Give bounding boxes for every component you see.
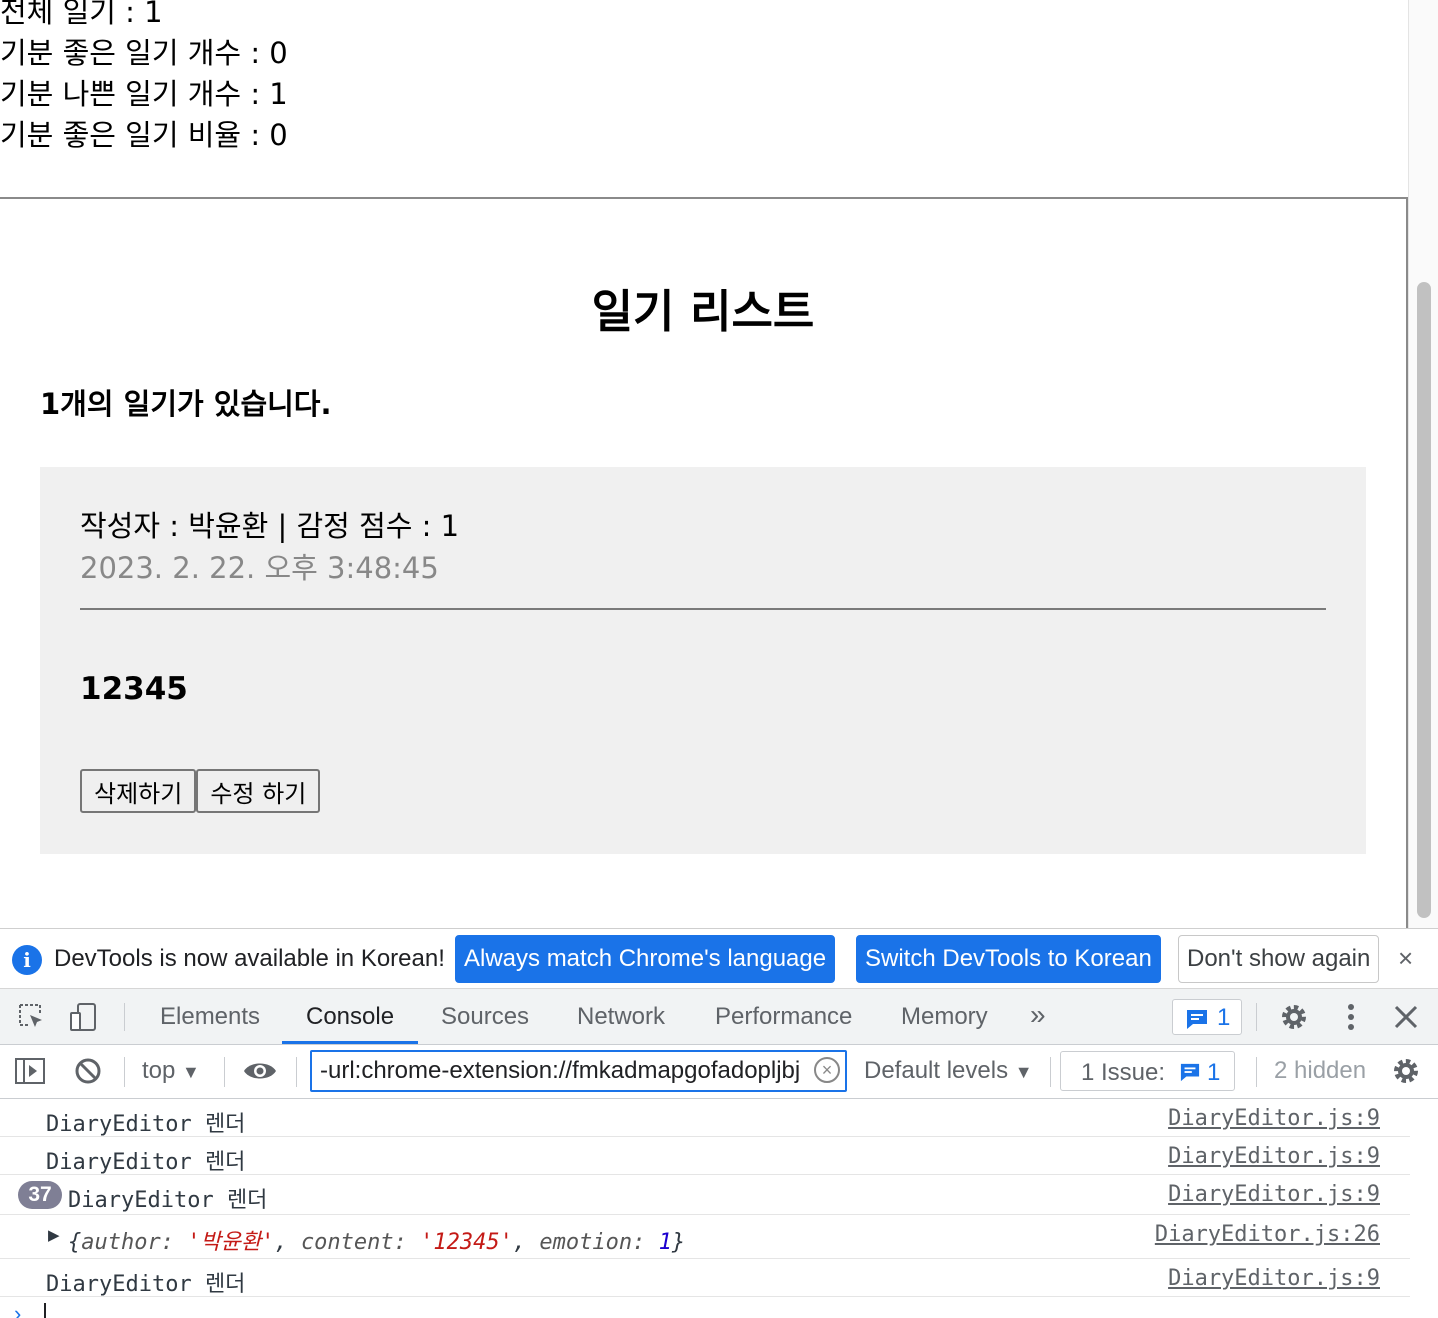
messages-badge[interactable]: 1: [1172, 999, 1242, 1035]
toolbar-divider: [124, 1003, 125, 1031]
close-icon[interactable]: ×: [1398, 943, 1413, 974]
chevron-down-icon: ▼: [1014, 1062, 1033, 1082]
diary-item-author-emotion: 작성자 : 박윤환 | 감정 점수 : 1: [80, 509, 460, 543]
issues-label: 1 Issue:: [1081, 1059, 1166, 1086]
infobar-message: DevTools is now available in Korean!: [54, 945, 445, 972]
message-icon: [1187, 1010, 1207, 1029]
log-source-link[interactable]: DiaryEditor.js:9: [1168, 1182, 1380, 1207]
tab-performance[interactable]: Performance: [715, 1003, 852, 1031]
console-log-row: DiaryEditor 렌더 DiaryEditor.js:9: [0, 1137, 1410, 1175]
context-value: top: [142, 1057, 176, 1084]
clear-console-icon[interactable]: [72, 1055, 104, 1087]
info-icon: i: [12, 945, 42, 975]
issues-button[interactable]: 1 Issue: 1: [1060, 1051, 1235, 1091]
page-viewport: 전체 일기 : 1 기분 좋은 일기 개수 : 0 기분 나쁜 일기 개수 : …: [0, 0, 1438, 928]
delete-button[interactable]: 삭제하기: [80, 769, 197, 813]
page-scrollbar[interactable]: [1408, 0, 1438, 928]
sidebar-toggle-icon[interactable]: [14, 1055, 46, 1087]
diary-item-divider: [80, 608, 1326, 610]
active-tab-indicator: [282, 1041, 418, 1044]
issues-count: 1: [1207, 1059, 1221, 1086]
switch-to-korean-button[interactable]: Switch DevTools to Korean: [856, 935, 1161, 983]
log-message: DiaryEditor 렌더: [68, 1188, 268, 1213]
log-levels-value: Default levels: [864, 1057, 1009, 1084]
stat-bad-count: 기분 나쁜 일기 개수 : 1: [0, 77, 288, 111]
log-source-link[interactable]: DiaryEditor.js:26: [1155, 1222, 1380, 1247]
messages-count: 1: [1217, 1004, 1231, 1031]
expand-triangle-icon[interactable]: ▶: [48, 1226, 60, 1244]
console-settings-gear-icon[interactable]: [1390, 1055, 1422, 1087]
tab-console[interactable]: Console: [306, 1003, 394, 1031]
more-tabs-icon[interactable]: »: [1030, 999, 1046, 1031]
console-log-row: ▶ {author: '박윤환', content: '12345', emot…: [0, 1215, 1410, 1259]
toolbar-divider: [296, 1057, 297, 1087]
edit-button[interactable]: 수정 하기: [196, 769, 321, 813]
diary-item-info: 작성자 : 박윤환 | 감정 점수 : 1 2023. 2. 22. 오후 3:…: [80, 505, 459, 589]
log-source-link[interactable]: DiaryEditor.js:9: [1168, 1266, 1380, 1291]
page-scrollbar-thumb[interactable]: [1417, 282, 1431, 918]
console-input-caret[interactable]: [44, 1303, 46, 1318]
console-filter-input[interactable]: -url:chrome-extension://fmkadmapgofadopl…: [310, 1050, 847, 1092]
clear-filter-icon[interactable]: ×: [814, 1057, 840, 1083]
tab-memory[interactable]: Memory: [901, 1003, 988, 1031]
always-match-language-button[interactable]: Always match Chrome's language: [455, 935, 836, 983]
tab-sources[interactable]: Sources: [441, 1003, 529, 1031]
log-message: DiaryEditor 렌더: [46, 1112, 246, 1137]
devtools-panel: i DevTools is now available in Korean! A…: [0, 928, 1438, 1318]
language-infobar: i DevTools is now available in Korean! A…: [0, 929, 1438, 989]
console-output: DiaryEditor 렌더 DiaryEditor.js:9 DiaryEdi…: [0, 1099, 1438, 1318]
log-levels-dropdown[interactable]: Default levels ▼: [864, 1057, 1033, 1085]
live-expression-eye-icon[interactable]: [242, 1059, 278, 1083]
toolbar-divider: [1256, 1057, 1257, 1087]
tab-network[interactable]: Network: [577, 1003, 665, 1031]
context-selector[interactable]: top ▼: [142, 1057, 200, 1085]
more-options-icon[interactable]: [1336, 1001, 1366, 1033]
tab-elements[interactable]: Elements: [160, 1003, 260, 1031]
diary-stats: 전체 일기 : 1 기분 좋은 일기 개수 : 0 기분 나쁜 일기 개수 : …: [0, 0, 288, 156]
log-message: DiaryEditor 렌더: [46, 1150, 246, 1175]
diary-item: 작성자 : 박윤환 | 감정 점수 : 1 2023. 2. 22. 오후 3:…: [40, 467, 1366, 854]
console-log-row: 37 DiaryEditor 렌더 DiaryEditor.js:9: [0, 1175, 1410, 1215]
log-source-link[interactable]: DiaryEditor.js:9: [1168, 1106, 1380, 1131]
diary-item-date: 2023. 2. 22. 오후 3:48:45: [80, 551, 439, 585]
console-filterbar: top ▼ -url:chrome-extension://fmkadmapgo…: [0, 1045, 1438, 1099]
settings-gear-icon[interactable]: [1278, 1001, 1310, 1033]
device-toolbar-icon[interactable]: [68, 1001, 100, 1033]
devtools-tabbar: Elements Console Sources Network Perform…: [0, 989, 1438, 1045]
log-source-link[interactable]: DiaryEditor.js:9: [1168, 1144, 1380, 1169]
hidden-messages-count: 2 hidden: [1274, 1057, 1367, 1084]
dont-show-again-button[interactable]: Don't show again: [1178, 935, 1380, 983]
diary-count: 1개의 일기가 있습니다.: [40, 387, 332, 421]
diary-list: 일기 리스트 1개의 일기가 있습니다. 작성자 : 박윤환 | 감정 점수 :…: [0, 197, 1408, 928]
close-devtools-icon[interactable]: [1392, 1003, 1420, 1031]
toolbar-divider: [1256, 1003, 1257, 1031]
repeat-count-badge: 37: [18, 1181, 62, 1209]
toolbar-divider: [224, 1057, 225, 1087]
message-icon: [1180, 1063, 1200, 1082]
toolbar-divider: [1050, 1057, 1051, 1087]
stat-total: 전체 일기 : 1: [0, 0, 163, 29]
inspect-element-icon[interactable]: [16, 1001, 48, 1033]
stat-good-count: 기분 좋은 일기 개수 : 0: [0, 36, 288, 70]
chevron-down-icon: ▼: [182, 1062, 200, 1082]
diary-list-title: 일기 리스트: [591, 285, 815, 338]
log-message: DiaryEditor 렌더: [46, 1272, 246, 1297]
diary-item-actions: 삭제하기 수정 하기: [80, 769, 321, 813]
console-log-row: DiaryEditor 렌더 DiaryEditor.js:9: [0, 1259, 1410, 1297]
log-object[interactable]: {author: '박윤환', content: '12345', emotio…: [68, 1224, 685, 1256]
toolbar-divider: [124, 1057, 125, 1087]
console-prompt-icon: ›: [14, 1301, 22, 1318]
stat-good-ratio: 기분 좋은 일기 비율 : 0: [0, 118, 288, 152]
console-log-row: DiaryEditor 렌더 DiaryEditor.js:9: [0, 1099, 1410, 1137]
diary-item-content: 12345: [80, 671, 188, 707]
